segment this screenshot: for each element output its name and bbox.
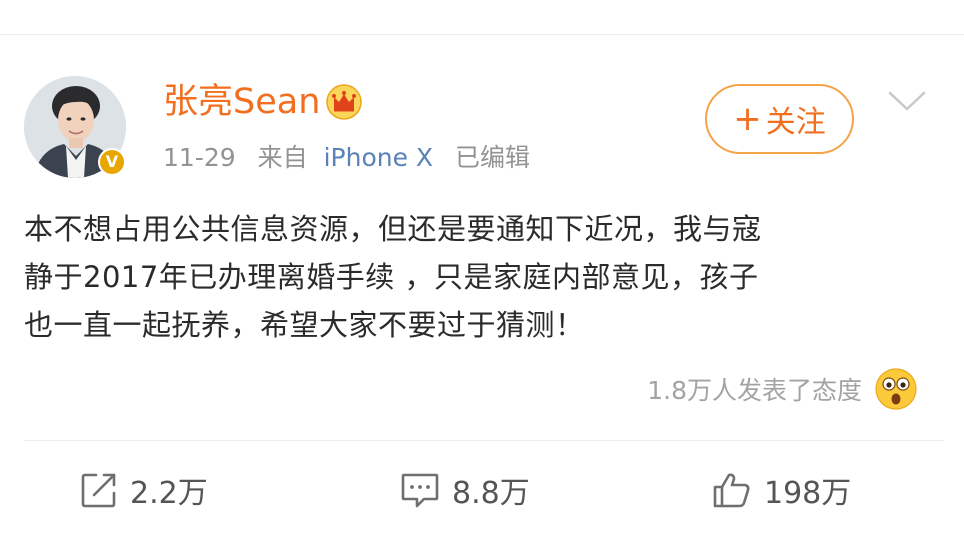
verified-v-icon: V [105, 152, 119, 171]
post-text: 本不想占用公共信息资源，但还是要通知下近况，我与寇 静于2017年已办理离婚手续… [24, 205, 944, 349]
username[interactable]: 张亮Sean [163, 80, 320, 124]
action-bar: 2.2万 8.8万 198万 [0, 462, 964, 518]
bottom-divider [24, 440, 944, 441]
reaction-count-text: 1.8万人发表了态度 [647, 376, 862, 405]
post-meta: 11-29 来自 iPhone X 已编辑 [163, 140, 544, 176]
source-prefix: 来自 [257, 143, 308, 172]
top-divider [0, 34, 964, 35]
follow-button[interactable]: + 关注 [705, 84, 854, 154]
comment-icon [401, 473, 439, 508]
comment-button[interactable]: 8.8万 [400, 462, 530, 518]
post-text-line: 也一直一起抚养，希望大家不要过于猜测！ [24, 308, 585, 342]
post-text-line: 静于2017年已办理离婚手续 ，只是家庭内部意见，孩子 [24, 260, 759, 294]
reaction-summary[interactable]: 1.8万人发表了态度 [647, 366, 918, 412]
chevron-down-icon[interactable] [888, 90, 926, 112]
follow-label: 关注 [765, 105, 826, 140]
share-icon [81, 473, 116, 508]
surprised-emoji-icon [875, 368, 917, 410]
avatar[interactable]: V [24, 76, 126, 178]
like-button[interactable]: 198万 [712, 462, 851, 518]
crown-icon[interactable] [326, 84, 363, 120]
plus-icon: + [733, 99, 762, 139]
thumbs-up-icon [713, 473, 750, 508]
verified-badge: V [98, 148, 126, 176]
username-row: 张亮Sean [163, 80, 363, 124]
post-text-line: 本不想占用公共信息资源，但还是要通知下近况，我与寇 [24, 212, 762, 246]
repost-button[interactable]: 2.2万 [80, 462, 208, 518]
edited-label[interactable]: 已编辑 [455, 143, 530, 172]
post-source[interactable]: iPhone X [324, 143, 433, 172]
repost-count: 2.2万 [130, 476, 208, 511]
post-date: 11-29 [163, 143, 236, 172]
comment-count: 8.8万 [452, 476, 530, 511]
like-count: 198万 [764, 476, 852, 511]
